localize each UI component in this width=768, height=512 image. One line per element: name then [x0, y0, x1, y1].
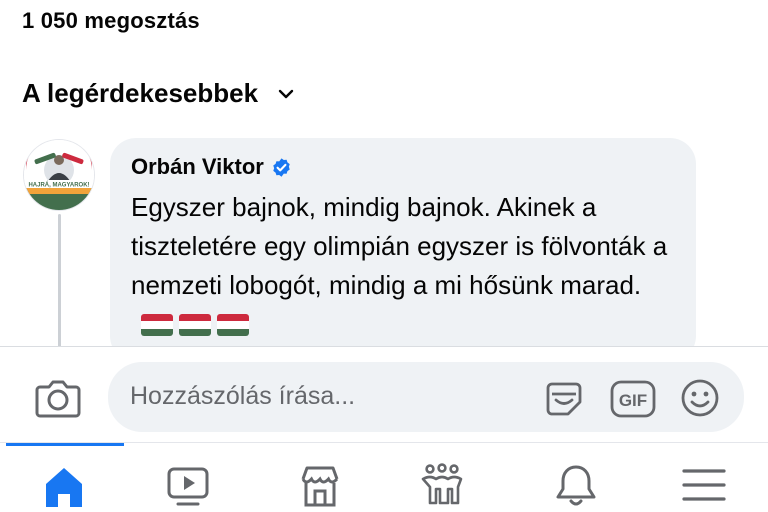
- hungary-flag-icon: [217, 314, 249, 336]
- comment-composer: Hozzászólás írása... GIF: [0, 346, 768, 443]
- comment-input-placeholder: Hozzászólás írása...: [130, 382, 356, 410]
- video-icon: [167, 467, 209, 506]
- comment-input[interactable]: Hozzászólás írása... GIF: [108, 362, 744, 432]
- avatar-image: HAJRÁ, MAGYAROK!: [24, 140, 94, 210]
- tab-home[interactable]: [42, 463, 86, 507]
- tab-notifications[interactable]: [554, 463, 598, 507]
- notifications-icon: [556, 465, 596, 506]
- comment-body: Egyszer bajnok, mindig bajnok. Akinek a …: [131, 192, 668, 300]
- hungary-flag-icon: [179, 314, 211, 336]
- active-tab-indicator: [6, 443, 124, 446]
- gif-icon[interactable]: GIF: [610, 380, 656, 418]
- comment-sort-dropdown[interactable]: A legérdekesebbek: [22, 78, 294, 109]
- flag-emojis: [141, 314, 249, 336]
- emoji-icon[interactable]: [680, 378, 720, 418]
- camera-icon[interactable]: [34, 377, 82, 419]
- tab-menu[interactable]: [682, 463, 726, 507]
- comment-bubble[interactable]: Orbán Viktor Egyszer bajnok, mindig bajn…: [110, 138, 696, 362]
- verified-badge-icon: [273, 157, 290, 177]
- bottom-tab-bar: [0, 442, 768, 510]
- comment-sort-label: A legérdekesebbek: [22, 78, 259, 108]
- tab-video[interactable]: [166, 463, 210, 507]
- hungary-flag-icon: [141, 314, 173, 336]
- chevron-down-icon: [278, 89, 294, 98]
- home-icon: [46, 468, 82, 507]
- groups-icon: [421, 463, 463, 505]
- comment-author[interactable]: Orbán Viktor: [131, 154, 264, 180]
- marketplace-icon: [301, 466, 339, 507]
- menu-icon: [682, 469, 726, 501]
- comment-text: Egyszer bajnok, mindig bajnok. Akinek a …: [131, 188, 676, 344]
- avatar[interactable]: HAJRÁ, MAGYAROK!: [24, 140, 94, 210]
- tab-groups[interactable]: [420, 463, 464, 507]
- thread-line: [58, 214, 61, 354]
- tab-marketplace[interactable]: [298, 463, 342, 507]
- sticker-icon[interactable]: [544, 378, 584, 418]
- gif-label: GIF: [619, 391, 647, 410]
- share-count[interactable]: 1 050 megosztás: [22, 8, 200, 34]
- avatar-caption: HAJRÁ, MAGYAROK!: [28, 182, 89, 189]
